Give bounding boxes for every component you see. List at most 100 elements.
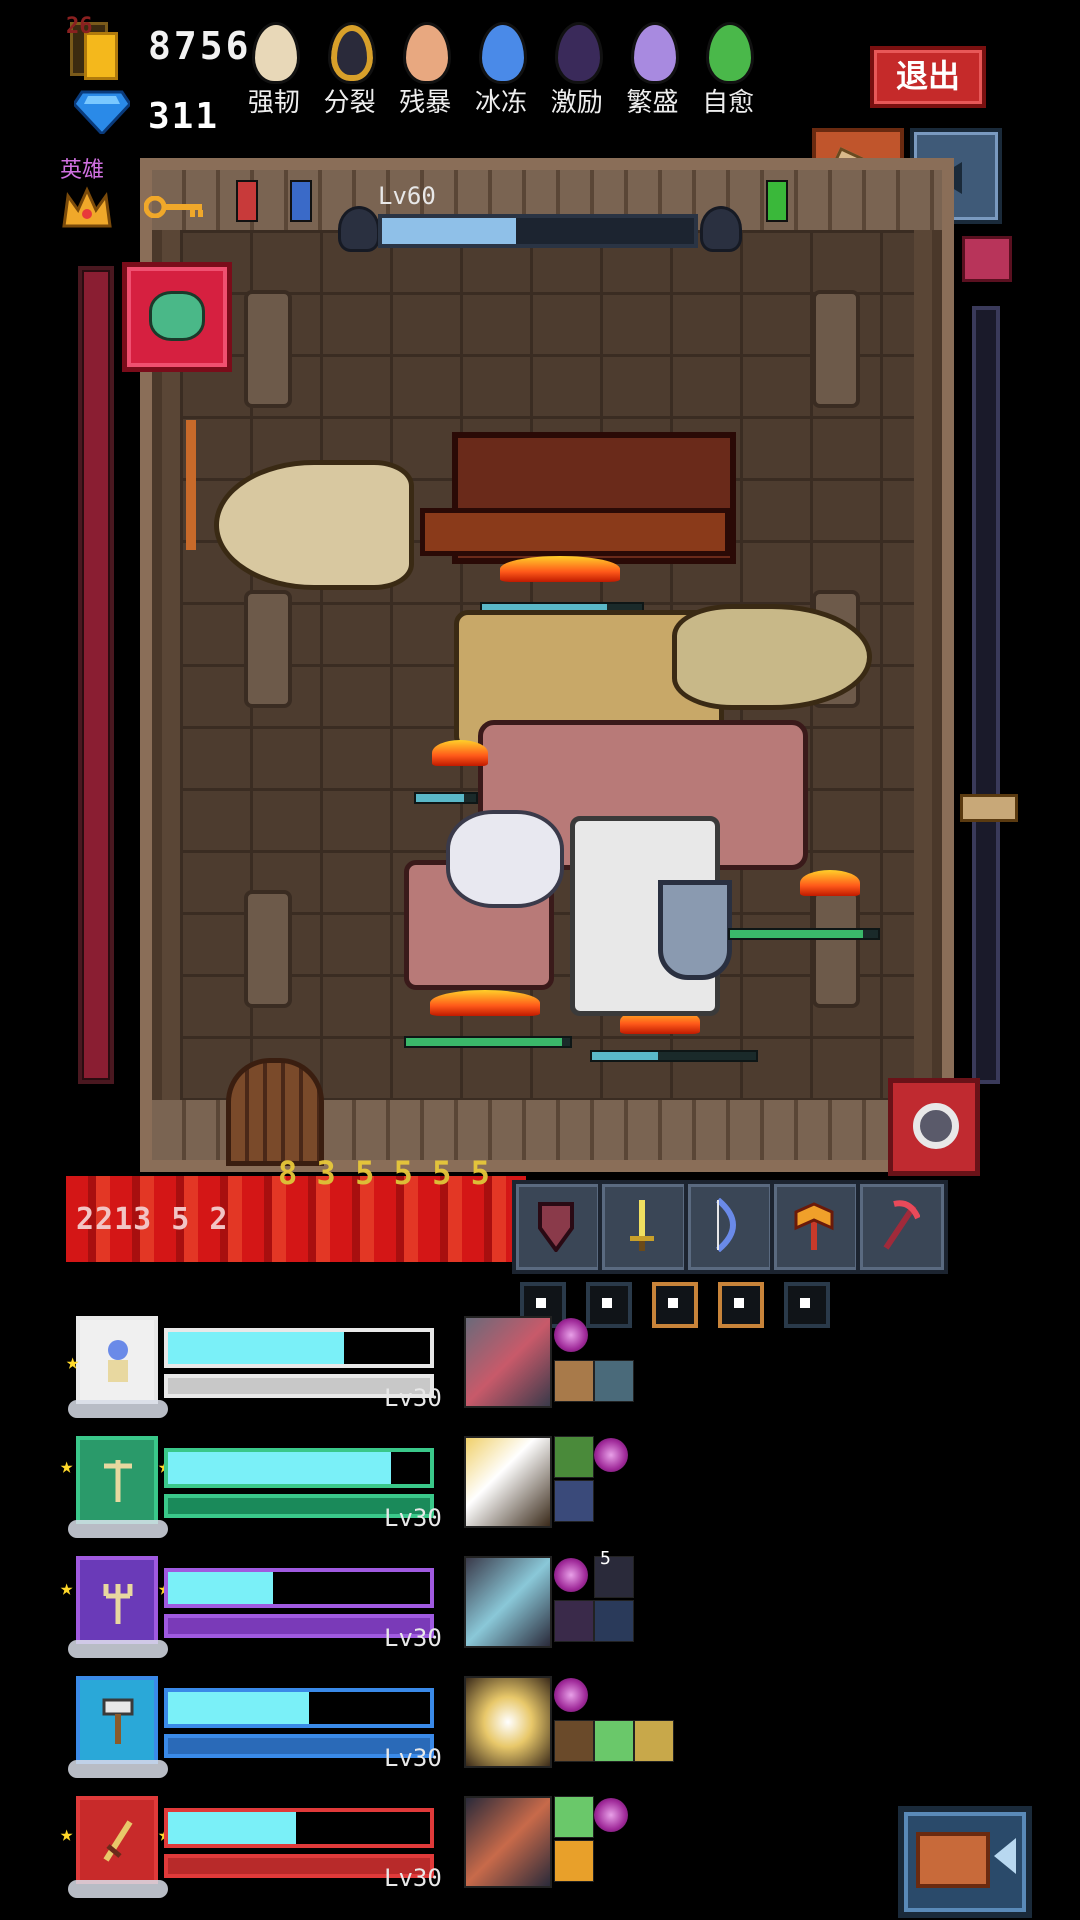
egg-bar: 强韧 分裂 残暴 冰冻 激励 繁盛 自愈: [236, 18, 766, 128]
damage-numbers: 2213 5 2: [76, 1202, 229, 1237]
skill-icon[interactable]: [554, 1480, 594, 1522]
hero-level: Lv30: [384, 1624, 442, 1652]
treasure-chest-icon[interactable]: [962, 236, 1012, 282]
buff-orb-icon: [554, 1558, 588, 1592]
hero-level: Lv30: [384, 1504, 442, 1532]
hero-hp-bar: [164, 1328, 434, 1368]
zoom-track[interactable]: [972, 306, 1000, 1084]
hero-hp-bar: [164, 1808, 434, 1848]
skull-icon: [700, 206, 742, 252]
gem-icon: [74, 90, 130, 134]
hero-hp-bar: [164, 1568, 434, 1608]
hero-level: Lv30: [384, 1384, 442, 1412]
skill-icon[interactable]: [554, 1720, 594, 1762]
weapon-slot-axe[interactable]: [770, 1180, 862, 1274]
hero-portrait[interactable]: [76, 1796, 158, 1884]
hero-portrait[interactable]: [76, 1436, 158, 1524]
skill-icon[interactable]: [554, 1796, 594, 1838]
skill-icon[interactable]: [554, 1436, 594, 1478]
hero-row[interactable]: ★ ★ Lv30 5: [60, 1548, 680, 1666]
hero-portrait[interactable]: [76, 1316, 158, 1404]
zoom-slider-handle[interactable]: [960, 794, 1018, 822]
enemy-hp-bar: [728, 928, 880, 940]
axe-icon: [794, 1202, 834, 1250]
cloud-decoration: [68, 1520, 168, 1538]
hero-row[interactable]: ★ ★ Lv30: [60, 1796, 680, 1906]
egg-heal[interactable]: 自愈: [690, 18, 766, 128]
egg-inspire[interactable]: 激励: [539, 18, 615, 128]
fire-effect: [432, 740, 488, 766]
skill-stack-count: 5: [600, 1548, 611, 1569]
skill-icon[interactable]: [594, 1720, 634, 1762]
potion-icon: [149, 291, 205, 341]
potion-skill-card[interactable]: [122, 262, 232, 372]
egg-freeze[interactable]: 冰冻: [463, 18, 539, 128]
hero-row[interactable]: ★ Lv30: [60, 1316, 680, 1426]
egg-prosper[interactable]: 繁盛: [615, 18, 691, 128]
inventory-chest-button[interactable]: [898, 1806, 1032, 1918]
buff-orb-icon: [554, 1318, 588, 1352]
ghost-hero: [446, 810, 564, 908]
hero-row[interactable]: Lv30: [60, 1676, 680, 1786]
skill-frost-icon[interactable]: [464, 1556, 552, 1648]
egg-label: 激励: [550, 88, 603, 118]
gem-amount: 311: [148, 96, 220, 137]
egg-icon: [479, 22, 528, 84]
hero-hp-bar: [590, 1050, 758, 1062]
hero-level: Lv30: [384, 1744, 442, 1772]
skill-icon[interactable]: [554, 1600, 594, 1642]
egg-brutal[interactable]: 残暴: [387, 18, 463, 128]
skill-icon[interactable]: [554, 1360, 594, 1402]
hero-label: 英雄: [60, 158, 105, 183]
cloud-decoration: [68, 1760, 168, 1778]
boss-staff: [186, 420, 196, 550]
boss-hp-fill: [382, 218, 517, 244]
skill-burst-icon[interactable]: [464, 1676, 552, 1768]
weapon-slot-sword[interactable]: [598, 1180, 690, 1274]
exit-button[interactable]: 退出: [870, 46, 986, 108]
weapon-slot-bow[interactable]: [684, 1180, 776, 1274]
hero-portrait[interactable]: [76, 1556, 158, 1644]
boss-axe: [214, 460, 414, 590]
ring-icon: [913, 1103, 959, 1149]
buff-orb-icon: [594, 1798, 628, 1832]
red-banner-icon: [236, 180, 258, 222]
skill-icon[interactable]: [594, 1360, 634, 1402]
boss-level: Lv60: [378, 182, 436, 210]
egg-icon: [706, 22, 755, 84]
egg-icon: [554, 22, 603, 84]
fire-effect: [500, 556, 620, 582]
egg-tough[interactable]: 强韧: [236, 18, 312, 128]
skill-icon[interactable]: [594, 1600, 634, 1642]
page-dot-active[interactable]: [718, 1282, 764, 1328]
egg-icon: [252, 22, 300, 84]
pickaxe-icon: [883, 1200, 920, 1250]
weapon-slot-pickaxe[interactable]: [856, 1180, 948, 1274]
egg-label: 分裂: [323, 88, 376, 118]
chest-icon: [916, 1832, 990, 1888]
skill-icon[interactable]: [554, 1840, 594, 1882]
egg-split[interactable]: 分裂: [312, 18, 388, 128]
settings-button[interactable]: [888, 1078, 980, 1176]
sword-icon: [630, 1200, 654, 1251]
trident-icon: [103, 1584, 133, 1624]
page-dot[interactable]: [784, 1282, 830, 1328]
dungeon-door: [226, 1058, 324, 1166]
gold-level: 26: [66, 14, 93, 39]
weapon-slot-shield[interactable]: [512, 1180, 604, 1274]
skill-heart-icon[interactable]: [464, 1316, 552, 1408]
hero-row[interactable]: ★ ★ Lv30: [60, 1436, 680, 1546]
gold-coin-icon: 26: [66, 14, 120, 80]
skill-slash-icon[interactable]: [464, 1796, 552, 1888]
skill-lightning-icon[interactable]: [464, 1436, 552, 1528]
boss-hat-brim: [420, 508, 730, 556]
egg-icon: [403, 22, 452, 84]
shield-icon: [538, 1202, 574, 1252]
enemy-hp-bar: [414, 792, 478, 804]
hero-hp-bar: [404, 1036, 572, 1048]
egg-label: 残暴: [399, 88, 452, 118]
key-icon: [144, 196, 203, 218]
skill-icon[interactable]: [634, 1720, 674, 1762]
star-icon: ★: [60, 1822, 74, 1847]
hero-portrait[interactable]: [76, 1676, 158, 1764]
